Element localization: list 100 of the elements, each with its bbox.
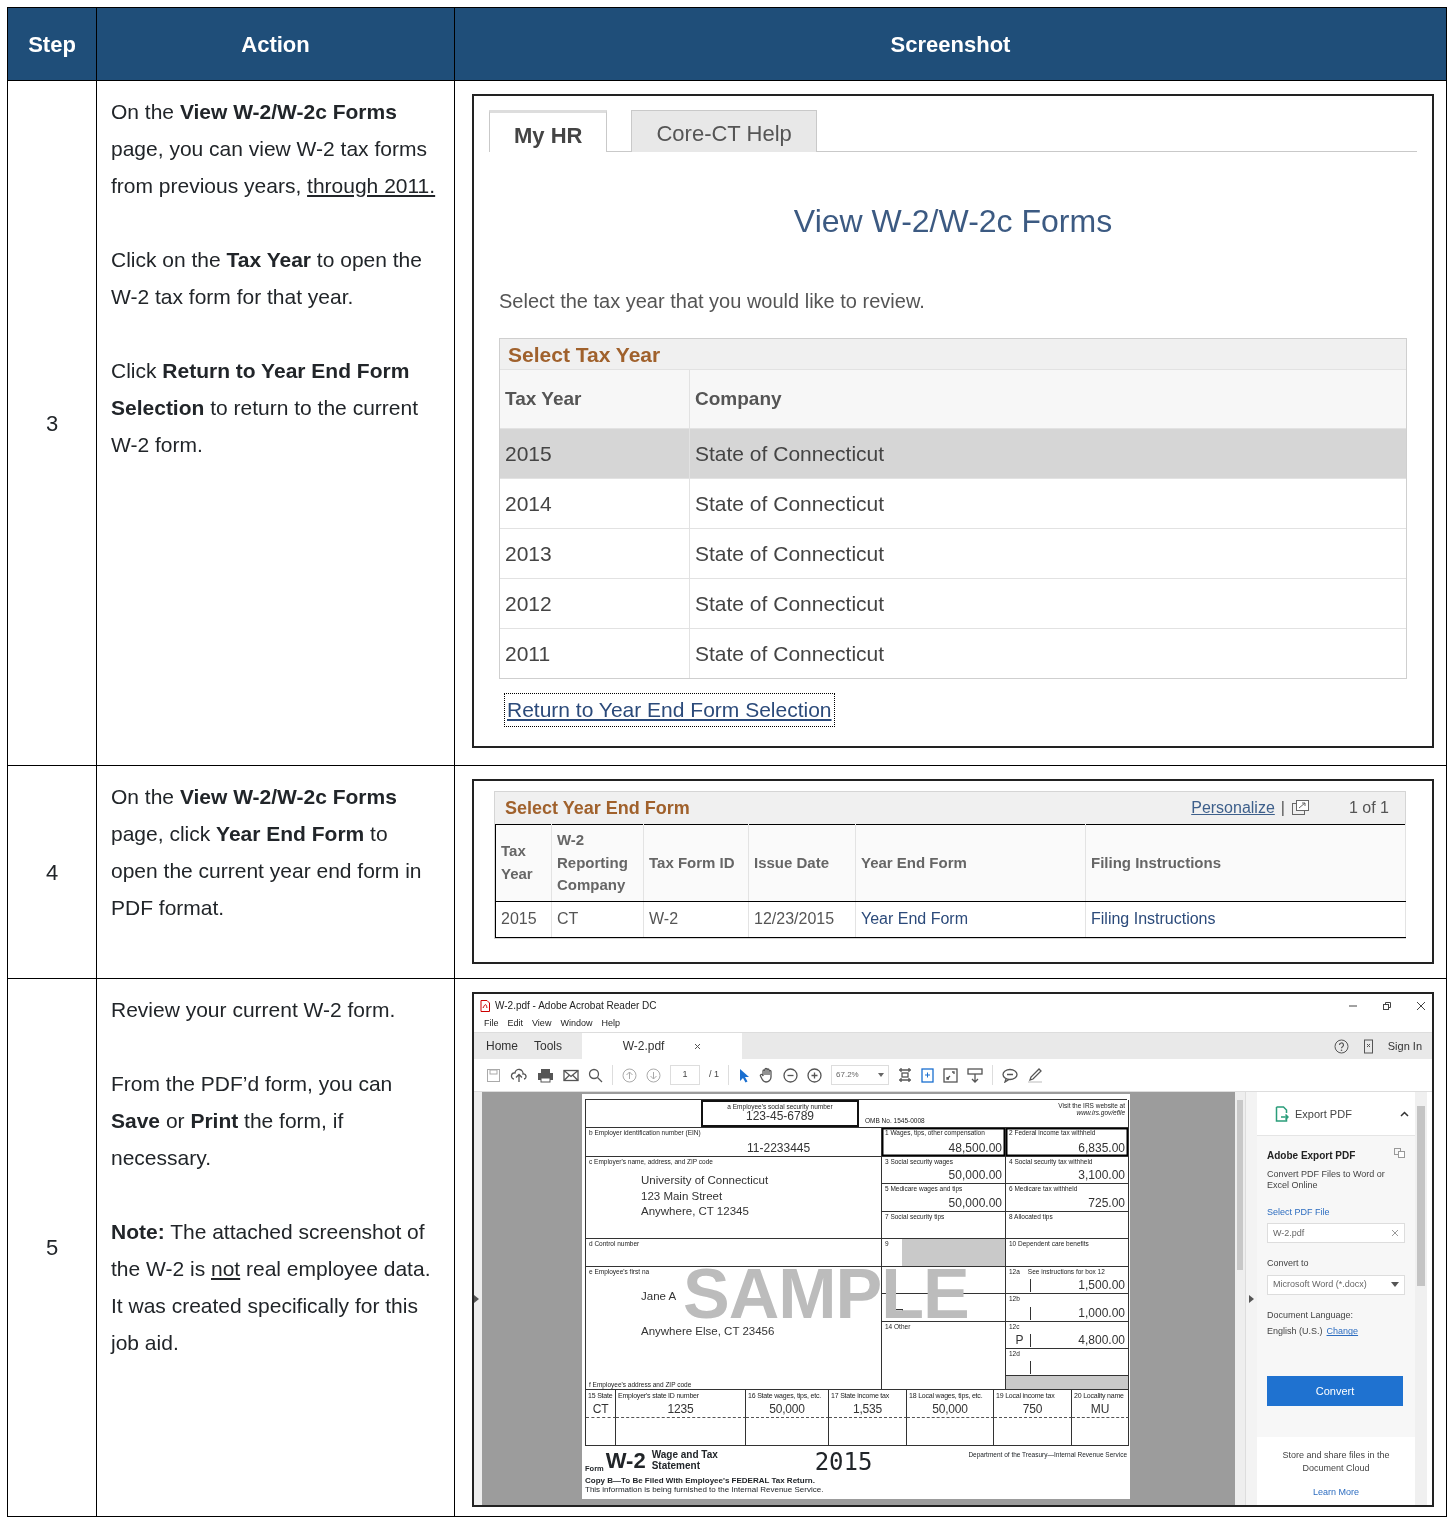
table-cell: W-2 bbox=[643, 901, 749, 937]
field-value: 50,000 bbox=[931, 1402, 969, 1416]
search-icon[interactable] bbox=[588, 1067, 603, 1083]
upload-icon[interactable] bbox=[510, 1067, 528, 1083]
panel-heading: Adobe Export PDF bbox=[1267, 1148, 1356, 1163]
pointer-icon[interactable] bbox=[738, 1067, 750, 1083]
table-row[interactable]: 2011 State of Connecticut bbox=[500, 628, 1406, 679]
table-row[interactable]: 2012 State of Connecticut bbox=[500, 578, 1406, 629]
table-cell-text: State of Connecticut bbox=[694, 641, 886, 668]
zoom-field[interactable]: 67.2% bbox=[831, 1065, 889, 1085]
zoom-out-icon[interactable] bbox=[783, 1067, 798, 1083]
field-value: MU bbox=[1089, 1402, 1111, 1416]
address-line: Jane A bbox=[641, 1289, 678, 1305]
page-title: View W-2/W-2c Forms bbox=[792, 202, 1114, 241]
step-number: 5 bbox=[45, 1235, 59, 1260]
tab[interactable]: Tools bbox=[526, 1033, 571, 1059]
change-link[interactable]: Change bbox=[1326, 1325, 1359, 1339]
instruction-text: From the PDF’d form, you can Save or Print the form, if necessary. bbox=[111, 1071, 394, 1171]
format-select[interactable]: Microsoft Word (*.docx) bbox=[1267, 1274, 1405, 1295]
field-value: 48,500.00 bbox=[947, 1141, 1002, 1155]
chevron-up-icon[interactable] bbox=[1400, 1111, 1409, 1118]
menu-item[interactable]: Edit bbox=[507, 1016, 524, 1031]
menu-item[interactable]: Help bbox=[601, 1016, 620, 1031]
table-cell: 2015 bbox=[495, 901, 552, 937]
dropdown-icon[interactable] bbox=[878, 1073, 884, 1077]
dropdown-icon[interactable] bbox=[1391, 1282, 1399, 1288]
popout-icon[interactable] bbox=[1290, 800, 1309, 816]
table-row[interactable]: 2014 State of Connecticut bbox=[500, 478, 1406, 529]
fit-page-icon[interactable] bbox=[898, 1067, 912, 1083]
comment-icon[interactable] bbox=[1002, 1067, 1018, 1083]
close-icon[interactable] bbox=[694, 1042, 702, 1050]
mobile-icon[interactable] bbox=[1362, 1038, 1374, 1054]
return-link[interactable]: Return to Year End Form Selection bbox=[504, 693, 835, 727]
table-cell: 12/23/2015 bbox=[748, 901, 856, 937]
table-row[interactable]: 2015 State of Connecticut bbox=[500, 428, 1406, 479]
column-header: Year End Form bbox=[855, 824, 1086, 901]
field-value: 6,835.00 bbox=[1077, 1141, 1125, 1155]
field-value: 11-2233445 bbox=[746, 1141, 812, 1155]
tab[interactable]: Core-CT Help bbox=[631, 110, 817, 152]
mail-icon[interactable] bbox=[563, 1068, 579, 1082]
close-icon[interactable] bbox=[1416, 1000, 1426, 1011]
menu-item[interactable]: View bbox=[532, 1016, 552, 1031]
page-field[interactable]: 1 bbox=[670, 1065, 700, 1085]
table-cell: CT bbox=[551, 901, 644, 937]
field-label: Convert to bbox=[1267, 1257, 1310, 1271]
table-link[interactable]: Filing Instructions bbox=[1085, 901, 1406, 937]
grid-title: Select Tax Year bbox=[500, 339, 1406, 370]
restore-icon[interactable] bbox=[1382, 1000, 1392, 1011]
field-value: 1,500.00 bbox=[1078, 1278, 1125, 1292]
expand-icon[interactable] bbox=[1249, 1294, 1254, 1303]
expand-icon[interactable] bbox=[943, 1067, 958, 1083]
field-label: Document Language: bbox=[1267, 1308, 1355, 1322]
expand-icon[interactable] bbox=[474, 1294, 479, 1303]
help-icon[interactable] bbox=[1333, 1038, 1349, 1054]
document-icon[interactable] bbox=[921, 1067, 934, 1083]
export-pdf-icon bbox=[1275, 1106, 1289, 1123]
column-header: Filing Instructions bbox=[1085, 824, 1406, 901]
instruction-text: On the View W-2/W-2c Forms page, you can view W-2 tax forms from previous years, through 2011. bbox=[111, 99, 437, 199]
zoom-in-icon[interactable] bbox=[807, 1067, 822, 1083]
scrollbar[interactable] bbox=[1235, 1092, 1245, 1505]
personalize-link[interactable]: Personalize bbox=[1191, 796, 1275, 820]
pdf-file-icon bbox=[480, 999, 490, 1012]
field-value: 3,100.00 bbox=[1077, 1168, 1125, 1182]
sign-in-link[interactable]: Sign In bbox=[1387, 1037, 1422, 1055]
scrollbar[interactable] bbox=[1415, 1092, 1427, 1505]
learn-more-link[interactable]: Learn More bbox=[1265, 1485, 1407, 1499]
column-header: Tax Form ID bbox=[643, 824, 749, 901]
column-header: Screenshot bbox=[454, 7, 1447, 81]
file-field[interactable]: W-2.pdf bbox=[1267, 1223, 1405, 1244]
field-value: 4,800.00 bbox=[1078, 1333, 1125, 1347]
instruction-text: Click on the Tax Year to open the W-2 tax form for that year. bbox=[111, 247, 423, 310]
page-count: 1 of 1 bbox=[1348, 798, 1389, 818]
table-row[interactable]: 2013 State of Connecticut bbox=[500, 528, 1406, 579]
language-value: English (U.S.) bbox=[1267, 1325, 1323, 1339]
table-link[interactable]: Year End Form bbox=[855, 901, 1086, 937]
step-number: 4 bbox=[45, 859, 59, 885]
column-header: W-2 Reporting Company bbox=[551, 824, 644, 901]
form-year: 2015 bbox=[814, 1450, 873, 1474]
column-header: Tax Year bbox=[500, 370, 690, 429]
tab[interactable]: W-2.pdf bbox=[582, 1033, 743, 1059]
tab[interactable]: Home bbox=[478, 1033, 526, 1059]
hand-icon[interactable] bbox=[759, 1067, 774, 1083]
field-value: 750 bbox=[1021, 1402, 1044, 1416]
menu-item[interactable]: File bbox=[484, 1016, 499, 1031]
clear-icon[interactable] bbox=[1391, 1229, 1399, 1238]
panel-description: Convert PDF Files to Word or Excel Online bbox=[1267, 1168, 1386, 1192]
column-header: Issue Date bbox=[748, 824, 856, 901]
convert-button[interactable]: Convert bbox=[1267, 1375, 1403, 1406]
table-cell: 2011 bbox=[500, 629, 690, 679]
column-header: Action bbox=[96, 7, 455, 81]
menu-item[interactable]: Window bbox=[560, 1016, 593, 1031]
field-value: 50,000 bbox=[768, 1402, 806, 1416]
form-title: Wage and Tax Statement bbox=[651, 1450, 719, 1471]
copy-icon[interactable] bbox=[1394, 1147, 1405, 1158]
tab[interactable]: My HR bbox=[489, 110, 608, 152]
field-value: CT bbox=[591, 1402, 610, 1416]
pen-icon[interactable] bbox=[1027, 1067, 1043, 1083]
print-icon[interactable] bbox=[537, 1067, 554, 1083]
field-value: 50,000.00 bbox=[947, 1168, 1002, 1182]
info-text: This information is being furnished to the Internal Revenue Service. bbox=[585, 1485, 825, 1495]
